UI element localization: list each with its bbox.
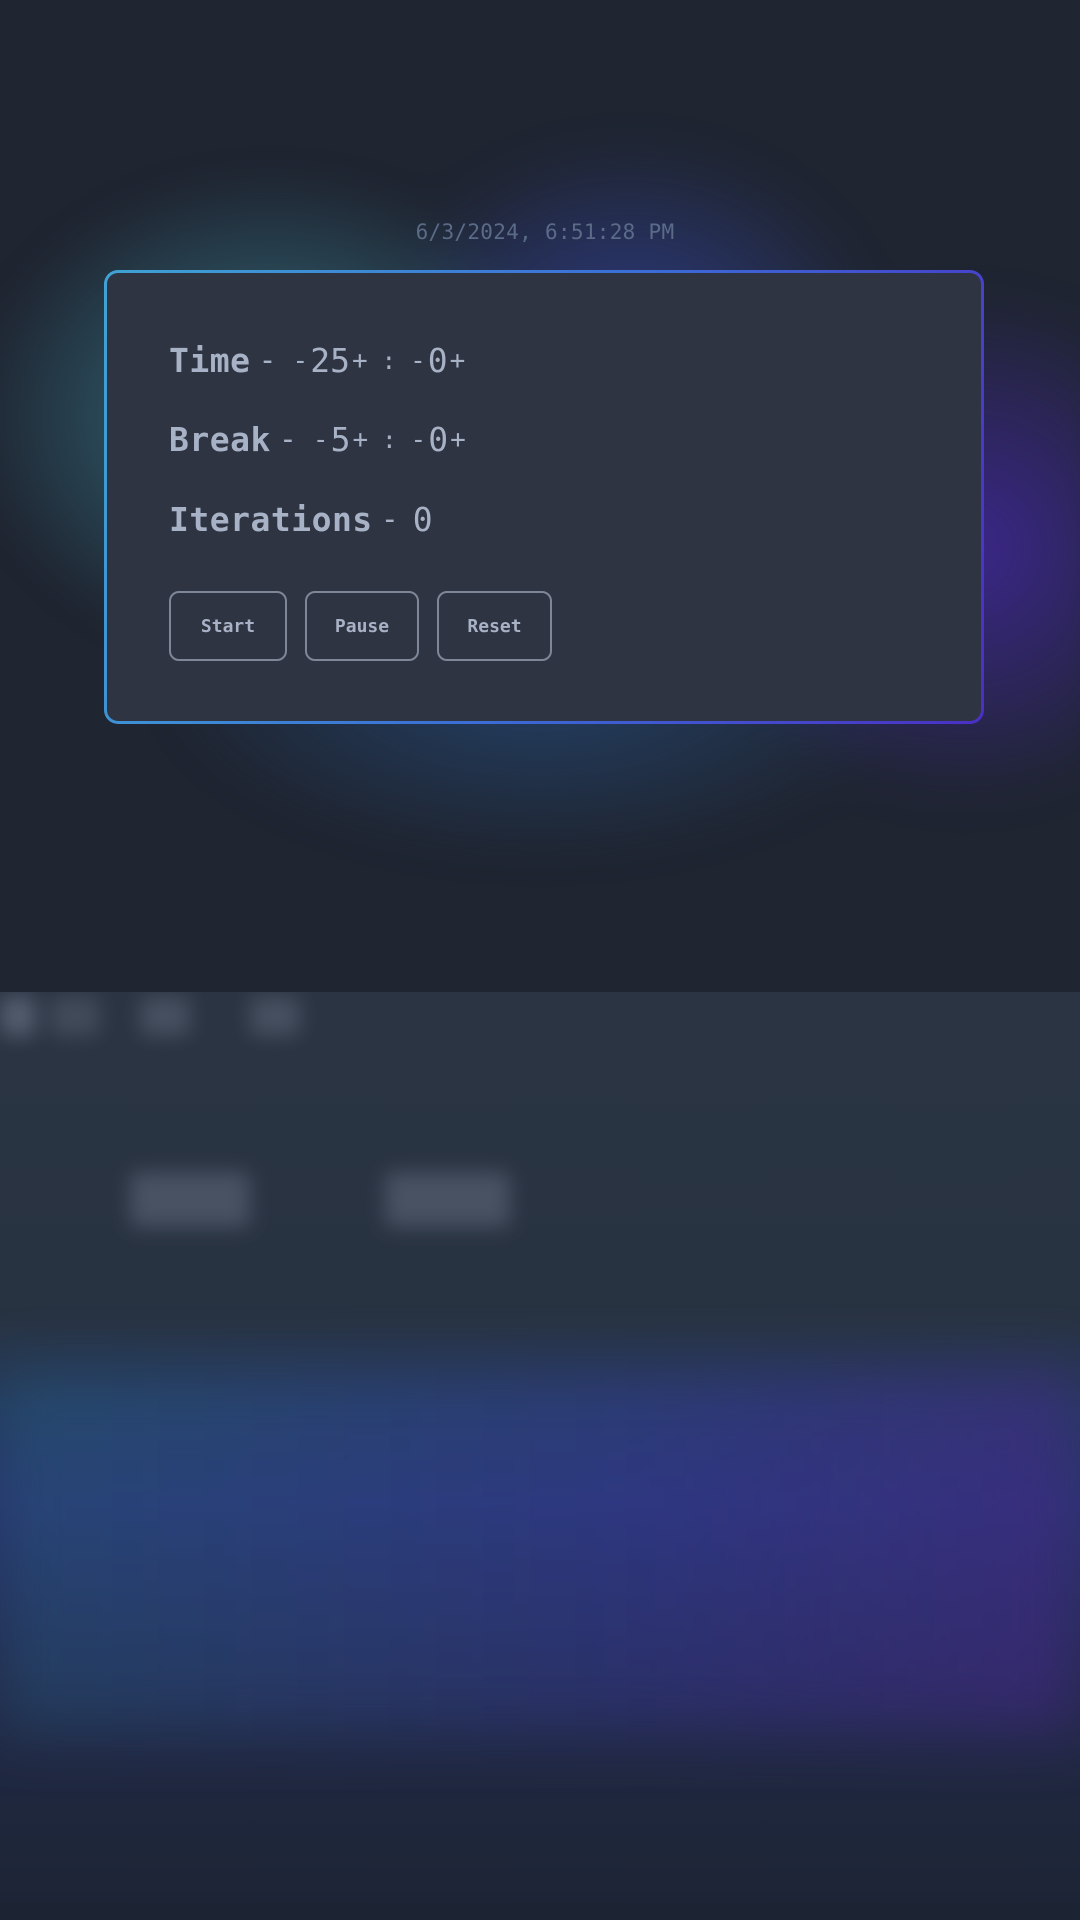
pause-button[interactable]: Pause [305, 591, 419, 661]
break-seconds-value: 0 [428, 420, 449, 459]
time-seconds-decrement-button[interactable]: - [408, 346, 428, 376]
time-row: Time - - 25 + : - 0 + [169, 341, 467, 380]
blurred-shape [385, 1172, 510, 1227]
break-colon: : [382, 425, 397, 454]
time-minutes-increment-button[interactable]: + [350, 346, 370, 376]
iterations-separator: - [380, 502, 399, 537]
control-buttons: Start Pause Reset [169, 591, 552, 661]
backdrop-tint [0, 1372, 1080, 1732]
iterations-row: Iterations - 0 [169, 500, 433, 539]
pomodoro-card: Time - - 25 + : - 0 + Break - - 5 + : - … [104, 270, 984, 724]
iterations-label: Iterations [169, 500, 373, 539]
page: 6/3/2024, 6:51:28 PM Time - - 25 + : - 0… [0, 0, 1080, 1920]
break-separator: - [278, 422, 297, 457]
break-minutes-value: 5 [330, 420, 351, 459]
break-seconds-increment-button[interactable]: + [448, 425, 468, 455]
time-minutes-value: 25 [310, 341, 350, 380]
break-minutes-decrement-button[interactable]: - [311, 425, 331, 455]
time-seconds-increment-button[interactable]: + [448, 346, 468, 376]
break-label: Break [169, 420, 271, 459]
blurred-shape [50, 996, 100, 1036]
time-label: Time [169, 341, 251, 380]
current-datetime: 6/3/2024, 6:51:28 PM [415, 220, 675, 244]
break-row: Break - - 5 + : - 0 + [169, 420, 468, 459]
break-minutes-increment-button[interactable]: + [350, 425, 370, 455]
time-seconds-value: 0 [427, 341, 448, 380]
timer-view: 6/3/2024, 6:51:28 PM Time - - 25 + : - 0… [0, 0, 1080, 992]
time-separator: - [258, 343, 277, 378]
iterations-value: 0 [412, 500, 433, 539]
blurred-shape [140, 996, 190, 1036]
time-colon: : [381, 346, 397, 375]
reset-button[interactable]: Reset [437, 591, 552, 661]
time-minutes-decrement-button[interactable]: - [291, 346, 311, 376]
blurred-shape [130, 1172, 250, 1227]
start-button[interactable]: Start [169, 591, 287, 661]
blurred-backdrop [0, 992, 1080, 1920]
break-seconds-decrement-button[interactable]: - [409, 425, 429, 455]
pomodoro-card-body: Time - - 25 + : - 0 + Break - - 5 + : - … [107, 273, 981, 721]
blurred-shape [0, 996, 36, 1036]
blurred-shape [250, 996, 300, 1036]
